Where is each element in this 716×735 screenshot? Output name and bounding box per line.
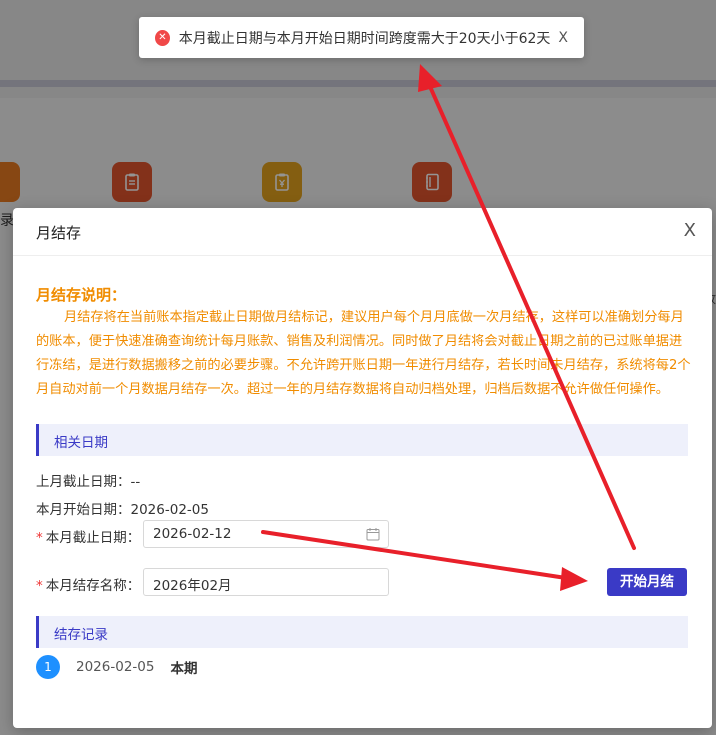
records-section-header: 结存记录 xyxy=(36,616,688,648)
record-tag: 本期 xyxy=(170,661,198,677)
start-date-row: 本月开始日期：2026-02-05 xyxy=(36,498,209,518)
start-date-label: 本月开始日期： xyxy=(36,502,131,518)
cutoff-date-label: * 本月截止日期： xyxy=(36,526,140,546)
toast-message: 本月截止日期与本月开始日期时间跨度需大于20天小于62天 xyxy=(178,30,551,47)
description-body: 月结存将在当前账本指定截止日期做月结标记，建议用户每个月月底做一次月结存，这样可… xyxy=(36,310,691,397)
required-mark: * xyxy=(36,578,43,594)
error-x-icon: ✕ xyxy=(155,29,170,46)
calendar-icon[interactable] xyxy=(366,527,380,541)
dates-section-header: 相关日期 xyxy=(36,424,688,456)
last-cutoff-value: -- xyxy=(130,474,141,490)
cutoff-date-value: 2026-02-12 xyxy=(153,526,232,542)
last-cutoff-label: 上月截止日期： xyxy=(36,474,131,490)
toast-close-button[interactable]: X xyxy=(558,30,568,46)
start-month-end-button[interactable]: 开始月结 xyxy=(607,568,687,596)
record-index-badge: 1 xyxy=(36,655,60,679)
period-name-value: 2026年02月 xyxy=(153,578,232,594)
modal-header: 月结存 X xyxy=(13,208,712,256)
required-mark: * xyxy=(36,530,43,546)
start-date-value: 2026-02-05 xyxy=(130,502,209,518)
cutoff-date-picker[interactable]: 2026-02-12 xyxy=(143,520,389,548)
period-name-label-text: 本月结存名称： xyxy=(45,578,141,594)
dates-section-title: 相关日期 xyxy=(54,435,108,451)
record-item: 1 2026-02-05 本期 xyxy=(36,655,197,679)
error-toast: ✕ 本月截止日期与本月开始日期时间跨度需大于20天小于62天 X xyxy=(139,17,584,58)
modal-close-button[interactable]: X xyxy=(684,220,696,241)
modal-title: 月结存 xyxy=(36,224,82,242)
month-end-modal: 月结存 X 月结存说明： 月结存将在当前账本指定截止日期做月结标记，建议用户每个… xyxy=(13,208,712,728)
last-cutoff-row: 上月截止日期：-- xyxy=(36,470,140,490)
period-name-label: * 本月结存名称： xyxy=(36,574,140,594)
cutoff-date-label-text: 本月截止日期： xyxy=(45,530,141,546)
period-name-input[interactable]: 2026年02月 xyxy=(143,568,389,596)
records-section-title: 结存记录 xyxy=(54,627,108,643)
record-date: 2026-02-05 xyxy=(76,659,155,675)
description-title: 月结存说明： xyxy=(36,286,127,304)
